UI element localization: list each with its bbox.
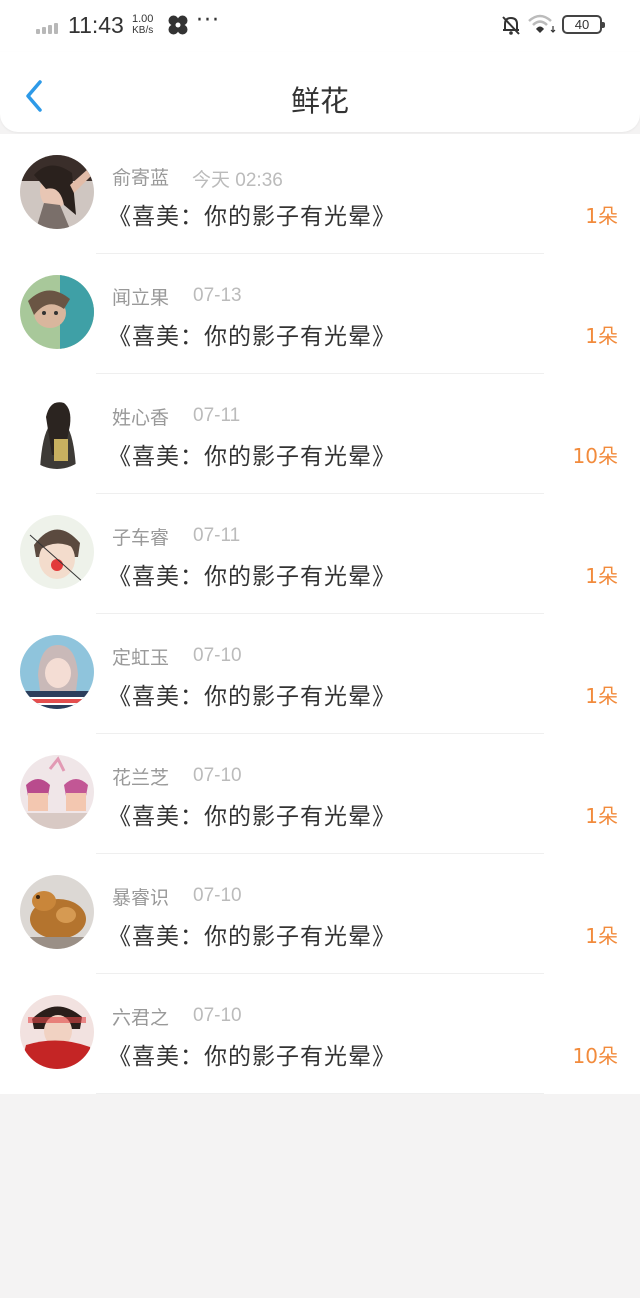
list-item[interactable]: 六君之 07-10 《喜美：你的影子有光晕》 10朵 [0, 974, 640, 1094]
status-time: 11:43 [68, 12, 124, 38]
send-date: 07-11 [193, 405, 241, 426]
flower-count: 1朵 [585, 684, 618, 708]
sender-name: 定虹玉 [112, 647, 170, 669]
wifi-icon [528, 14, 556, 33]
book-title: 《喜美：你的影子有光晕》 [108, 324, 396, 350]
avatar[interactable] [20, 635, 94, 709]
book-title: 《喜美：你的影子有光晕》 [108, 684, 396, 710]
list-item[interactable]: 子车睿 07-11 《喜美：你的影子有光晕》 1朵 [0, 494, 640, 614]
avatar[interactable] [20, 395, 94, 469]
sender-name: 花兰芝 [112, 767, 170, 789]
send-date: 07-10 [193, 645, 242, 666]
send-date: 07-11 [193, 525, 241, 546]
flower-count: 1朵 [585, 924, 618, 948]
fan-icon [168, 15, 188, 35]
avatar[interactable] [20, 995, 94, 1069]
list-item[interactable]: 定虹玉 07-10 《喜美：你的影子有光晕》 1朵 [0, 614, 640, 734]
flower-count: 1朵 [585, 804, 618, 828]
sender-name: 子车睿 [112, 527, 170, 549]
nav-bar: 鲜花 [0, 52, 640, 132]
list-item[interactable]: 暴睿识 07-10 《喜美：你的影子有光晕》 1朵 [0, 854, 640, 974]
avatar[interactable] [20, 275, 94, 349]
send-date: 今天 02:36 [192, 170, 283, 191]
list-item[interactable]: 姓心香 07-11 《喜美：你的影子有光晕》 10朵 [0, 374, 640, 494]
notification-off-icon [502, 16, 520, 35]
list-item[interactable]: 花兰芝 07-10 《喜美：你的影子有光晕》 1朵 [0, 734, 640, 854]
list-item[interactable]: 闻立果 07-13 《喜美：你的影子有光晕》 1朵 [0, 254, 640, 374]
list-item[interactable]: 俞寄蓝 今天 02:36 《喜美：你的影子有光晕》 1朵 [0, 134, 640, 254]
avatar[interactable] [20, 755, 94, 829]
send-date: 07-10 [193, 765, 242, 786]
flower-list: 俞寄蓝 今天 02:36 《喜美：你的影子有光晕》 1朵 闻立果 07-13 《… [0, 134, 640, 1094]
avatar[interactable] [20, 875, 94, 949]
book-title: 《喜美：你的影子有光晕》 [108, 564, 396, 590]
flower-count: 10朵 [572, 1044, 618, 1068]
book-title: 《喜美：你的影子有光晕》 [108, 1044, 396, 1070]
sender-name: 俞寄蓝 [112, 167, 170, 189]
book-title: 《喜美：你的影子有光晕》 [108, 804, 396, 830]
book-title: 《喜美：你的影子有光晕》 [108, 444, 396, 470]
battery-indicator: 40 [562, 15, 605, 34]
book-title: 《喜美：你的影子有光晕》 [108, 924, 396, 950]
flower-count: 1朵 [585, 204, 618, 228]
more-notifications-icon: ··· [196, 8, 220, 33]
page-title: 鲜花 [290, 84, 349, 118]
net-speed-unit: KB/s [132, 25, 154, 36]
sender-name: 闻立果 [112, 287, 170, 309]
sender-name: 姓心香 [112, 407, 170, 429]
net-speed: 1.00 KB/s [132, 13, 153, 37]
status-bar: 11:43 1.00 KB/s ··· 40 [0, 0, 640, 52]
avatar[interactable] [20, 155, 94, 229]
net-speed-value: 1.00 [132, 13, 154, 25]
avatar[interactable] [20, 515, 94, 589]
flower-count: 10朵 [572, 444, 618, 468]
sender-name: 六君之 [112, 1007, 170, 1029]
signal-icon [36, 20, 62, 34]
sender-name: 暴睿识 [112, 887, 170, 909]
send-date: 07-10 [193, 885, 242, 906]
book-title: 《喜美：你的影子有光晕》 [108, 204, 396, 230]
flower-count: 1朵 [585, 324, 618, 348]
flower-count: 1朵 [585, 564, 618, 588]
send-date: 07-13 [193, 285, 242, 306]
send-date: 07-10 [193, 1005, 242, 1026]
